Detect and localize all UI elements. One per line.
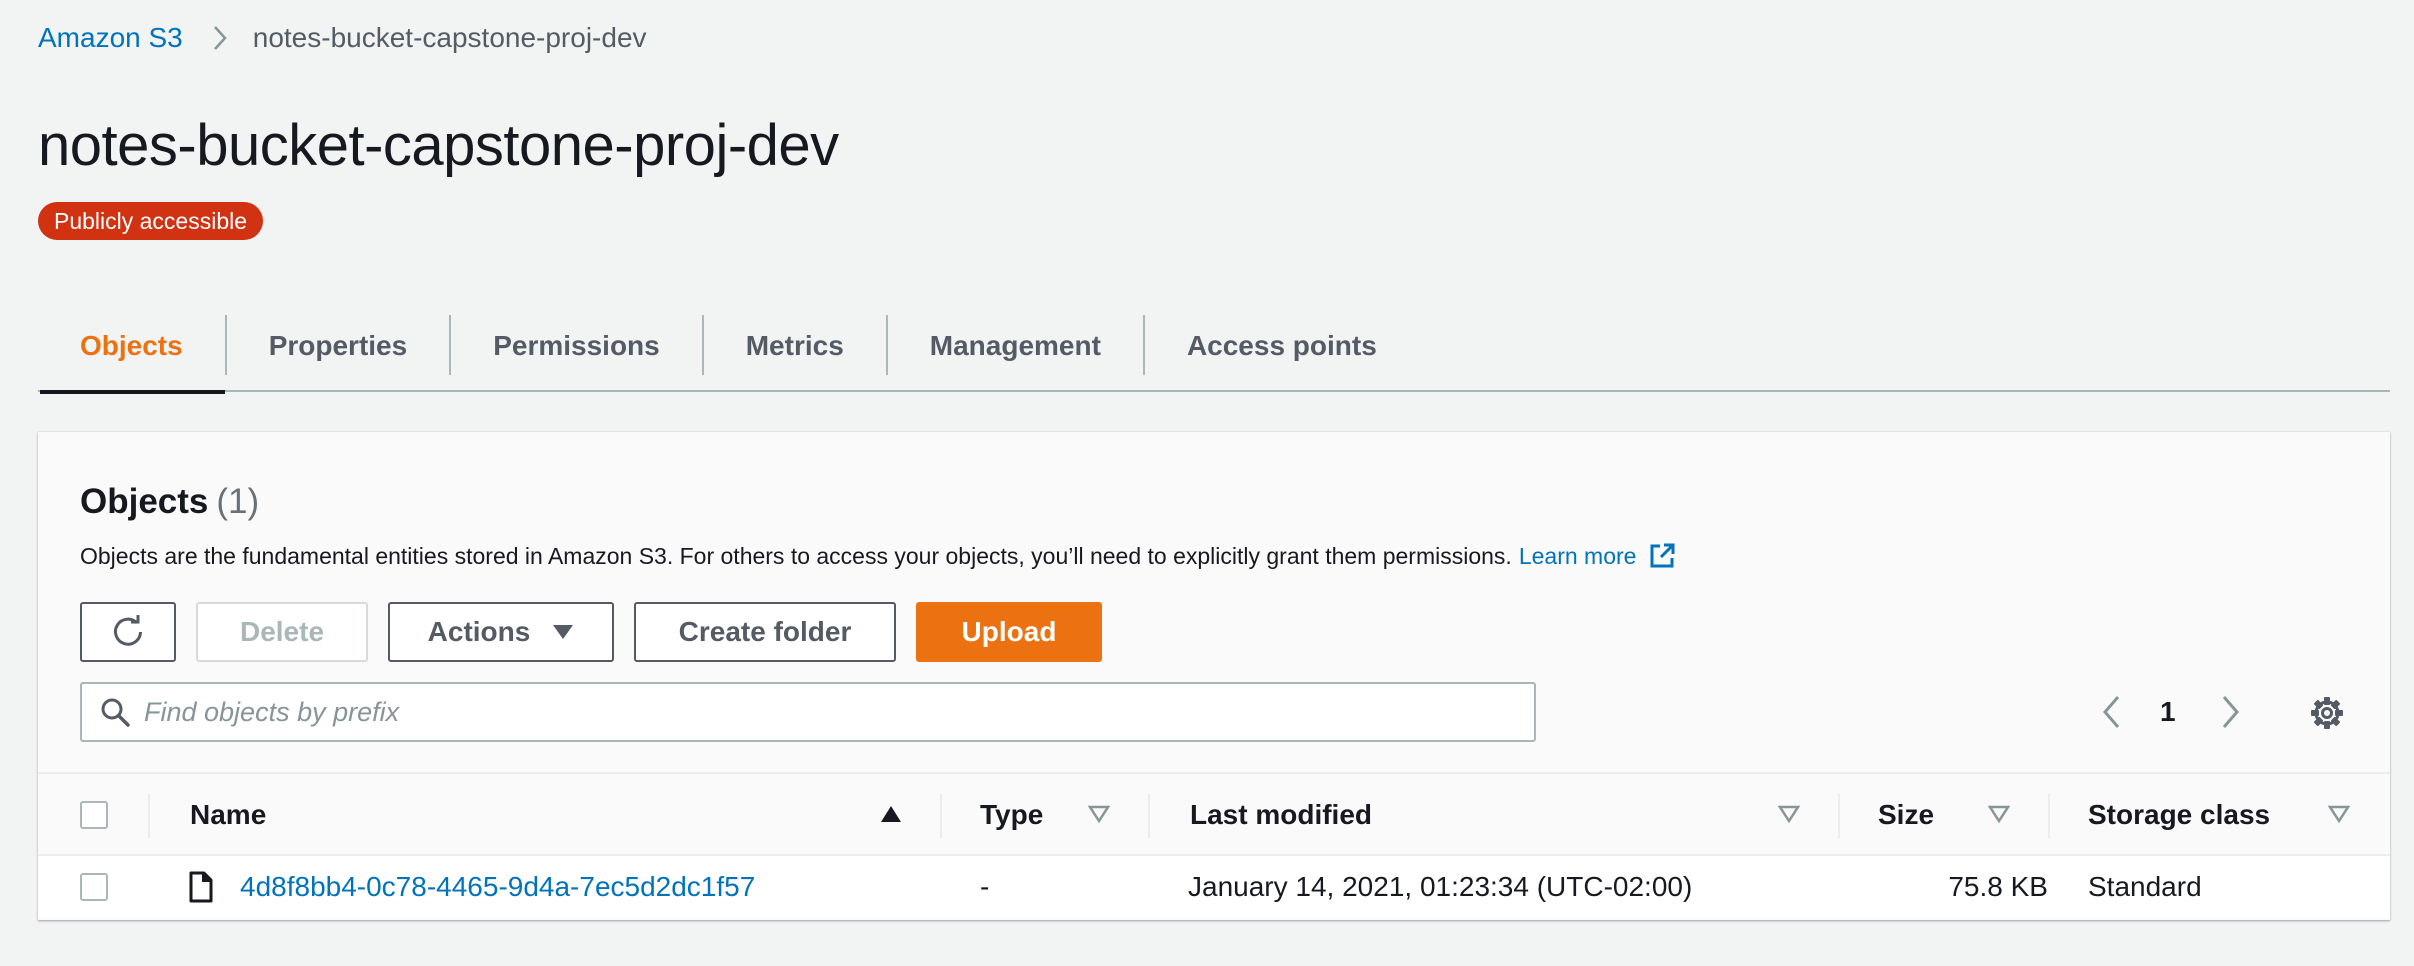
column-header-size[interactable]: Size: [1878, 774, 1934, 856]
breadcrumb-amazon-s3-link[interactable]: Amazon S3: [38, 22, 183, 54]
select-all-cell: [80, 774, 108, 856]
object-storage-class: Standard: [2088, 871, 2202, 902]
page-number[interactable]: 1: [2160, 696, 2176, 728]
create-folder-button[interactable]: Create folder: [634, 602, 896, 662]
learn-more-link[interactable]: Learn more: [1519, 543, 1637, 570]
caret-down-icon: [552, 624, 574, 640]
breadcrumb-current: notes-bucket-capstone-proj-dev: [252, 22, 647, 53]
row-select-cell: [80, 856, 108, 918]
objects-description-text: Objects are the fundamental entities sto…: [80, 542, 1512, 569]
chevron-left-icon[interactable]: [2100, 694, 2122, 730]
sort-icon[interactable]: [1988, 804, 2010, 824]
sort-icon[interactable]: [1778, 804, 1800, 824]
external-link-icon[interactable]: [1648, 542, 1676, 570]
column-header-type[interactable]: Type: [980, 774, 1043, 856]
objects-count: (1): [216, 482, 260, 521]
pagination: 1: [2100, 682, 2242, 742]
column-divider: [148, 794, 150, 838]
tab-management[interactable]: Management: [888, 300, 1143, 392]
column-header-last-modified[interactable]: Last modified: [1190, 774, 1372, 856]
table-row: 4d8f8bb4-0c78-4465-9d4a-7ec5d2dc1f57 - J…: [38, 856, 2390, 918]
objects-heading-label: Objects: [80, 482, 209, 521]
search-input[interactable]: [144, 696, 1504, 728]
column-divider: [1838, 794, 1840, 838]
chevron-right-icon: [211, 24, 229, 52]
sort-ascending-icon[interactable]: [880, 804, 902, 824]
tab-access-points[interactable]: Access points: [1145, 300, 1419, 392]
refresh-icon: [110, 614, 146, 650]
column-header-storage-class[interactable]: Storage class: [2088, 774, 2270, 856]
breadcrumb: Amazon S3 notes-bucket-capstone-proj-dev: [38, 22, 647, 54]
actions-dropdown-button[interactable]: Actions: [388, 602, 614, 662]
select-all-checkbox[interactable]: [80, 801, 108, 829]
sort-icon[interactable]: [1088, 804, 1110, 824]
object-type: -: [980, 871, 990, 902]
row-checkbox[interactable]: [80, 873, 108, 901]
tab-metrics[interactable]: Metrics: [704, 300, 886, 392]
tab-permissions[interactable]: Permissions: [451, 300, 702, 392]
page-title: notes-bucket-capstone-proj-dev: [38, 113, 839, 178]
gear-icon[interactable]: [2310, 696, 2344, 730]
object-name-link[interactable]: 4d8f8bb4-0c78-4465-9d4a-7ec5d2dc1f57: [240, 856, 755, 918]
table-header: Name Type Last modified Size Storage cla…: [38, 772, 2390, 856]
sort-icon[interactable]: [2328, 804, 2350, 824]
column-divider: [1148, 794, 1150, 838]
column-divider: [940, 794, 942, 838]
upload-button[interactable]: Upload: [916, 602, 1102, 662]
column-header-name[interactable]: Name: [190, 774, 266, 856]
object-last-modified: January 14, 2021, 01:23:34 (UTC-02:00): [1188, 871, 1693, 902]
tab-bar: Objects Properties Permissions Metrics M…: [38, 300, 2390, 394]
chevron-right-icon[interactable]: [2220, 694, 2242, 730]
objects-description: Objects are the fundamental entities sto…: [80, 542, 1676, 570]
delete-button[interactable]: Delete: [196, 602, 368, 662]
object-size: 75.8 KB: [1948, 871, 2048, 902]
search-box: [80, 682, 1536, 742]
file-icon: [188, 856, 214, 918]
tab-objects[interactable]: Objects: [38, 300, 225, 394]
tab-properties[interactable]: Properties: [227, 300, 450, 392]
search-icon: [100, 697, 130, 727]
refresh-button[interactable]: [80, 602, 176, 662]
column-divider: [2048, 794, 2050, 838]
objects-panel: Objects (1) Objects are the fundamental e…: [38, 432, 2390, 920]
status-badge: Publicly accessible: [38, 202, 264, 240]
actions-label: Actions: [427, 616, 531, 647]
objects-heading: Objects (1): [80, 482, 259, 522]
